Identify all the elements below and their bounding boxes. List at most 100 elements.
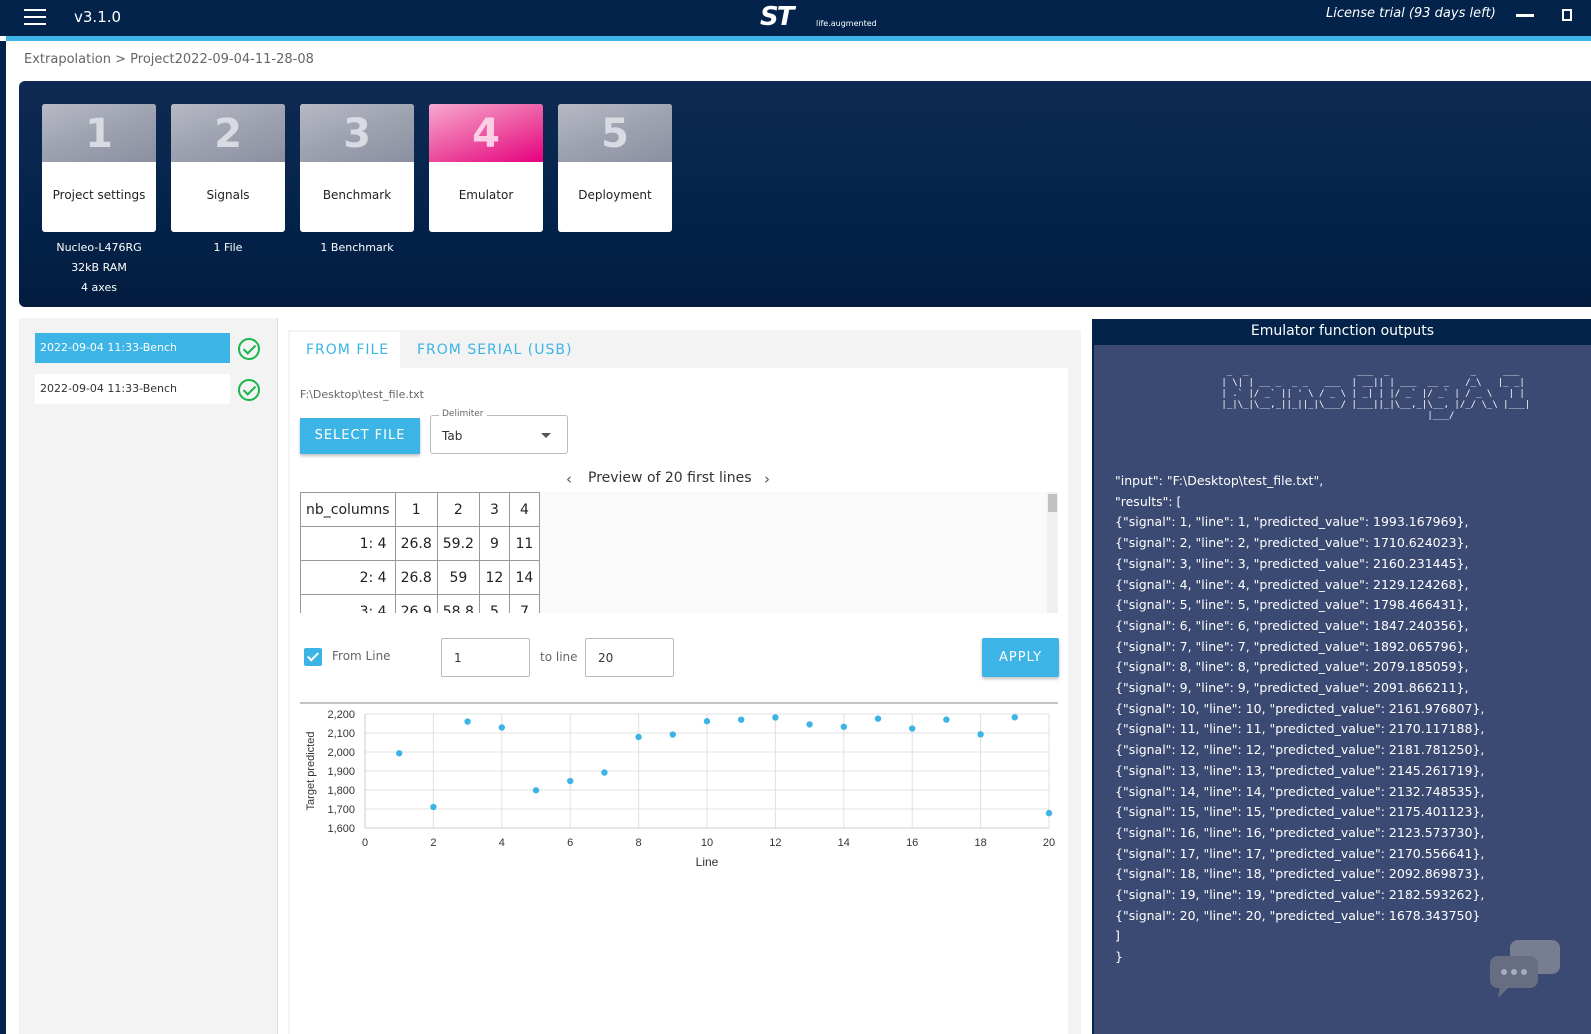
tab-from-file[interactable]: FROM FILE xyxy=(290,332,400,368)
data-point xyxy=(532,787,540,794)
check-circle-icon xyxy=(238,379,260,401)
table-cell: 2: 4 xyxy=(300,560,396,595)
emulator-output-panel: Emulator function outputs _ _ ___ _ _ __… xyxy=(1092,319,1591,1034)
restore-icon[interactable] xyxy=(1562,9,1572,21)
select-file-button[interactable]: SELECT FILE xyxy=(300,418,420,454)
to-line-input[interactable] xyxy=(585,638,674,677)
step-number: 2 xyxy=(171,104,285,162)
x-tick-label: 16 xyxy=(906,837,918,849)
benchmark-item[interactable]: 2022-09-04 11:33-Bench xyxy=(35,374,230,404)
output-line: {"signal": 6, "line": 6, "predicted_valu… xyxy=(1115,617,1469,633)
table-cell: 12 xyxy=(478,560,510,595)
output-line: {"signal": 1, "line": 1, "predicted_valu… xyxy=(1115,514,1469,530)
menu-icon[interactable] xyxy=(24,9,46,25)
apply-button[interactable]: APPLY xyxy=(982,638,1059,677)
x-tick-label: 8 xyxy=(636,837,642,849)
table-row: 2: 4 26.8 59 12 14 xyxy=(300,560,540,595)
output-title: Emulator function outputs xyxy=(1094,319,1591,345)
data-point xyxy=(498,724,505,731)
step-label: Emulator xyxy=(458,188,514,202)
data-point xyxy=(1045,809,1053,817)
benchmark-count: 1 Benchmark xyxy=(320,241,394,254)
table-cell: 26.8 xyxy=(394,526,438,561)
output-line: {"signal": 10, "line": 10, "predicted_va… xyxy=(1115,700,1485,716)
step-label: Deployment xyxy=(578,188,652,202)
data-point xyxy=(601,769,608,776)
board-ram: 32kB RAM xyxy=(71,261,127,274)
y-tick-label: 1,800 xyxy=(327,785,355,797)
output-line: {"signal": 4, "line": 4, "predicted_valu… xyxy=(1115,576,1469,592)
output-line: {"signal": 2, "line": 2, "predicted_valu… xyxy=(1115,535,1469,551)
step-info-benchmark: 1 Benchmark xyxy=(300,238,414,258)
data-point xyxy=(874,715,882,722)
logo-text: ST xyxy=(760,2,794,32)
breadcrumb[interactable]: Extrapolation > Project2022-09-04-11-28-… xyxy=(24,52,314,67)
license-status: License trial (93 days left) xyxy=(1326,6,1496,21)
x-tick-label: 10 xyxy=(701,837,713,849)
output-line: "input": "F:\Desktop\test_file.txt", xyxy=(1115,473,1324,488)
board-name: Nucleo-L476RG xyxy=(56,241,142,254)
step-project-settings[interactable]: 1 Project settings xyxy=(42,104,156,232)
y-tick-label: 1,900 xyxy=(327,766,355,778)
column-header: 1 xyxy=(394,492,438,527)
table-cell: 11 xyxy=(508,526,540,561)
x-tick-label: 12 xyxy=(769,837,781,849)
output-line: {"signal": 11, "line": 11, "predicted_va… xyxy=(1115,721,1485,737)
column-header: nb_columns xyxy=(300,492,396,527)
data-point xyxy=(977,731,984,738)
x-tick-label: 6 xyxy=(567,837,573,849)
steps-panel: 1 Project settings Nucleo-L476RG 32kB RA… xyxy=(19,81,1591,307)
preview-table-container[interactable]: nb_columns 1 2 3 4 1: 4 26.8 59.2 9 11 2… xyxy=(300,492,1058,613)
column-header: 3 xyxy=(478,492,510,527)
data-point xyxy=(396,750,403,757)
table-cell: 26.9 xyxy=(394,594,438,613)
table-cell: 3: 4 xyxy=(300,594,396,613)
accent-bar xyxy=(6,36,1591,41)
chevron-right-icon[interactable]: › xyxy=(764,470,770,488)
step-deployment[interactable]: 5 Deployment xyxy=(558,104,672,232)
chevron-left-icon[interactable]: ‹ xyxy=(566,470,572,488)
y-tick-label: 2,200 xyxy=(327,709,355,721)
delimiter-select[interactable]: Delimiter Tab xyxy=(430,409,568,454)
table-cell: 59.2 xyxy=(436,526,480,561)
step-benchmark[interactable]: 3 Benchmark xyxy=(300,104,414,232)
scrollbar-thumb[interactable] xyxy=(1048,494,1057,512)
app-version: v3.1.0 xyxy=(74,8,122,26)
tab-from-serial[interactable]: FROM SERIAL (USB) xyxy=(401,332,588,368)
step-label: Benchmark xyxy=(322,188,392,202)
from-line-checkbox[interactable] xyxy=(304,648,322,666)
y-tick-label: 2,100 xyxy=(327,728,355,740)
column-header: 2 xyxy=(436,492,480,527)
step-signals[interactable]: 2 Signals xyxy=(171,104,285,232)
delimiter-legend: Delimiter xyxy=(439,409,487,419)
output-line: {"signal": 14, "line": 14, "predicted_va… xyxy=(1115,783,1485,799)
output-log[interactable]: "input": "F:\Desktop\test_file.txt", "res… xyxy=(1115,471,1575,968)
step-label: Project settings xyxy=(52,188,146,202)
output-line: {"signal": 18, "line": 18, "predicted_va… xyxy=(1115,866,1485,882)
data-point xyxy=(772,714,779,721)
table-cell: 7 xyxy=(508,594,540,613)
table-cell: 1: 4 xyxy=(300,526,396,561)
preview-scrollbar[interactable] xyxy=(1047,492,1058,613)
minimize-icon[interactable] xyxy=(1516,14,1534,17)
output-line: "results": [ xyxy=(1115,493,1182,509)
table-cell: 26.8 xyxy=(394,560,438,595)
output-line: {"signal": 16, "line": 16, "predicted_va… xyxy=(1115,824,1485,840)
data-point xyxy=(430,803,437,811)
output-line: {"signal": 19, "line": 19, "predicted_va… xyxy=(1115,887,1485,903)
table-header-row: nb_columns 1 2 3 4 xyxy=(300,492,540,527)
benchmark-item[interactable]: 2022-09-04 11:33-Bench xyxy=(35,333,230,363)
step-emulator[interactable]: 4 Emulator xyxy=(429,104,543,232)
table-row: 3: 4 26.9 58.8 5 7 xyxy=(300,594,540,613)
from-line-input[interactable] xyxy=(441,638,530,677)
delimiter-value: Tab xyxy=(442,429,463,443)
prediction-chart: 0 2 4 6 8 10 12 14 16 18 20 1,600 1,700 1,800 1,900 2,0… xyxy=(300,702,1058,869)
y-tick-label: 2,000 xyxy=(327,747,355,759)
data-point xyxy=(738,716,745,723)
y-tick-label: 1,600 xyxy=(327,823,355,835)
data-point xyxy=(635,733,642,741)
output-line: {"signal": 9, "line": 9, "predicted_valu… xyxy=(1115,680,1469,696)
step-label: Signals xyxy=(206,188,250,202)
chat-icon[interactable] xyxy=(1488,938,1563,1010)
emulator-input-panel: FROM FILE FROM SERIAL (USB) F:\Desktop\t… xyxy=(288,330,1081,1034)
